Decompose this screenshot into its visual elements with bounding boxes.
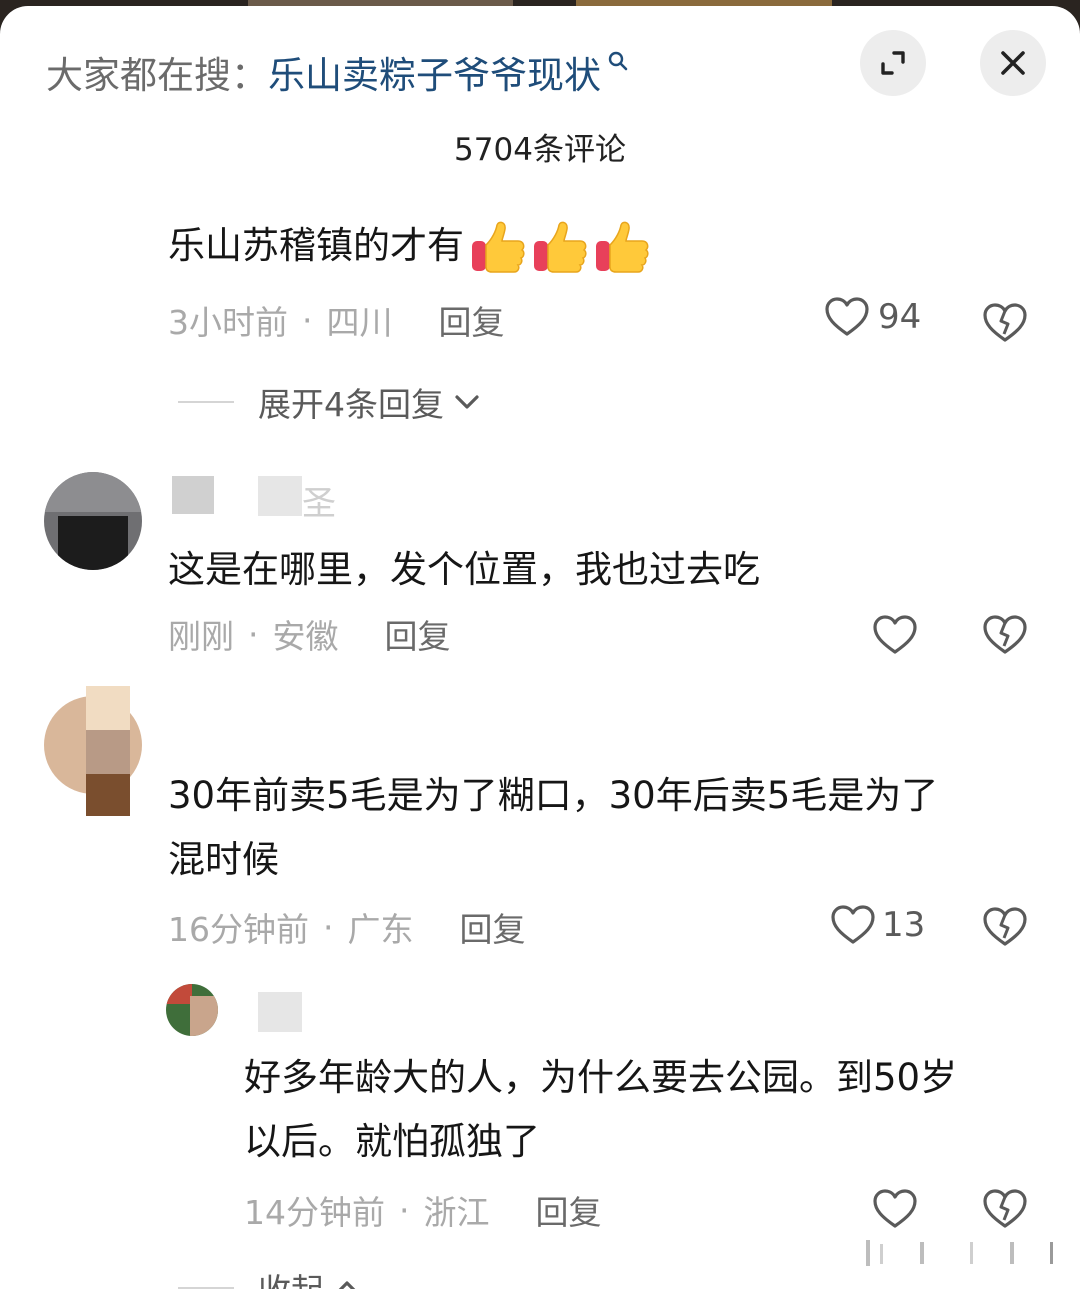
comment-text: 这是在哪里，发个位置，我也过去吃 (168, 548, 760, 591)
like-button[interactable] (872, 614, 918, 656)
meta-separator: · (248, 614, 259, 654)
comment-meta: 3小时前 · 四川 回复 (168, 296, 505, 344)
reply-button[interactable]: 回复 (460, 903, 526, 951)
comment-line: 以后。就怕孤独了 (244, 1120, 540, 1163)
username-redacted[interactable] (258, 476, 302, 516)
meta-separator: · (323, 907, 334, 947)
dislike-button[interactable] (982, 302, 1028, 348)
avatar-blur-block (86, 686, 130, 730)
avatar-blur-block (86, 774, 130, 816)
like-count: 13 (882, 905, 926, 945)
expand-icon (881, 51, 905, 75)
comment-meta: 刚刚 · 安徽 回复 (168, 610, 451, 658)
avatar-blur-block (86, 730, 130, 774)
like-button[interactable] (872, 1188, 918, 1230)
comment-location: 安徽 (272, 617, 339, 656)
meta-separator: · (399, 1190, 410, 1230)
avatar-blur-block (58, 516, 128, 570)
comment-location: 广东 (347, 910, 414, 949)
comment-time: 刚刚 (168, 617, 234, 656)
reply-button[interactable]: 回复 (439, 296, 505, 344)
avatar[interactable] (44, 686, 142, 816)
chevron-up-icon (338, 1281, 356, 1289)
thumbs-up-icon (596, 221, 649, 273)
close-button[interactable] (980, 30, 1046, 96)
username-redacted[interactable] (258, 992, 302, 1032)
avatar[interactable] (166, 984, 218, 1036)
expand-replies-label: 展开4条回复 (258, 385, 444, 424)
comment-meta: 14分钟前 · 浙江 回复 (244, 1186, 602, 1234)
search-suggestion[interactable]: 大家都在搜： 乐山卖粽子爷爷现状 (46, 42, 629, 102)
comment-line: 混时候 (168, 838, 279, 881)
close-icon (1001, 51, 1025, 75)
comment-location: 四川 (326, 303, 393, 342)
divider-line (178, 401, 234, 403)
avatar-blur-block (190, 996, 218, 1036)
meta-separator: · (302, 300, 313, 340)
like-button[interactable]: 94 (824, 296, 921, 338)
reply-button[interactable]: 回复 (385, 610, 451, 658)
comment-time: 14分钟前 (244, 1193, 385, 1232)
broken-heart-icon (983, 303, 1027, 342)
search-icon (608, 51, 628, 71)
expand-button[interactable] (860, 30, 926, 96)
dislike-button[interactable] (982, 614, 1028, 660)
comment-time: 16分钟前 (168, 910, 309, 949)
reply-button[interactable]: 回复 (536, 1186, 602, 1234)
search-term-link[interactable]: 乐山卖粽子爷爷现状 (268, 45, 601, 99)
dislike-button[interactable] (982, 1188, 1028, 1234)
comment-meta: 16分钟前 · 广东 回复 (168, 903, 526, 951)
comment-text: 好多年龄大的人，为什么要去公园。到50岁 以后。就怕孤独了 (244, 1046, 1044, 1174)
avatar[interactable] (44, 472, 142, 570)
comment-count: 5704条评论 (454, 132, 626, 168)
heart-icon (873, 615, 917, 654)
dislike-button[interactable] (982, 906, 1028, 952)
comment-line: 30年前卖5毛是为了糊口，30年后卖5毛是为了 (168, 774, 939, 817)
thumbs-up-icon (534, 221, 587, 273)
comment-text: 30年前卖5毛是为了糊口，30年后卖5毛是为了 混时候 (168, 764, 1038, 892)
heart-icon (825, 297, 869, 336)
comment-text: 乐山苏稽镇的才有 (168, 214, 650, 278)
broken-heart-icon (983, 1189, 1027, 1228)
search-prefix: 大家都在搜： (46, 54, 268, 97)
expand-replies[interactable]: 展开4条回复 (178, 378, 482, 426)
comment-location: 浙江 (423, 1193, 490, 1232)
comment-body: 乐山苏稽镇的才有 (168, 224, 464, 267)
heart-icon (873, 1189, 917, 1228)
comments-sheet: 大家都在搜： 乐山卖粽子爷爷现状 5704条评论 乐山苏稽镇的才有 3小时前 ·… (0, 6, 1080, 1289)
comment-time: 3小时前 (168, 303, 288, 342)
like-count: 94 (878, 297, 922, 337)
avatar-blur-block (44, 472, 142, 512)
heart-icon (831, 905, 875, 944)
watermark-bars-icon (860, 1240, 1060, 1266)
avatar-blur-block (166, 984, 192, 1004)
collapse-replies-label: 收起 (258, 1264, 324, 1289)
like-button[interactable]: 13 (830, 904, 925, 946)
collapse-replies[interactable]: 收起 (178, 1264, 362, 1289)
broken-heart-icon (983, 615, 1027, 654)
chevron-down-icon (455, 395, 479, 409)
comment-line: 好多年龄大的人，为什么要去公园。到50岁 (244, 1056, 958, 1099)
thumbs-up-icon (472, 221, 525, 273)
username-redacted[interactable] (172, 476, 214, 514)
username-fragment[interactable]: 圣 (302, 476, 336, 525)
broken-heart-icon (983, 907, 1027, 946)
